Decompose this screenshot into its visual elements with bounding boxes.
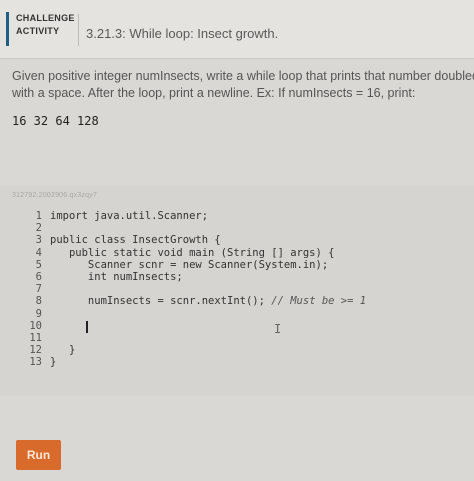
code-line[interactable]: 1 import java.util.Scanner;	[0, 210, 366, 222]
code-text[interactable]: public class InsectGrowth {	[50, 234, 221, 246]
code-text[interactable]: numInsects = scnr.nextInt();	[50, 295, 271, 307]
code-line[interactable]: 10	[0, 320, 366, 332]
code-line[interactable]: 11	[0, 332, 366, 344]
code-text[interactable]: }	[50, 344, 75, 356]
editor-id-tag: 312792.2002906.qx3zqy7	[12, 192, 97, 199]
code-comment: // Must be >= 1	[271, 295, 367, 308]
line-number: 5	[35, 258, 42, 271]
code-line[interactable]: 3 public class InsectGrowth {	[0, 234, 366, 246]
badge-line-2: ACTIVITY	[16, 26, 60, 36]
code-line[interactable]: 5 Scanner scnr = new Scanner(System.in);	[0, 259, 366, 271]
code-line[interactable]: 13}	[0, 356, 366, 368]
code-line[interactable]: 6 int numInsects;	[0, 271, 366, 283]
code-line[interactable]: 12 }	[0, 344, 366, 356]
line-number: 4	[35, 246, 42, 259]
code-line[interactable]: 4 public static void main (String [] arg…	[0, 247, 366, 259]
run-button[interactable]: Run	[16, 440, 61, 470]
code-text[interactable]: Scanner scnr = new Scanner(System.in);	[50, 259, 328, 271]
code-text[interactable]: public static void main (String [] args)…	[50, 247, 335, 259]
line-number: 6	[35, 270, 42, 283]
code-text[interactable]: int numInsects;	[50, 271, 183, 283]
line-number: 12	[29, 344, 42, 357]
line-number: 2	[35, 222, 42, 235]
sample-output: 16 32 64 128	[12, 114, 99, 128]
code-text[interactable]: import java.util.Scanner;	[50, 210, 208, 222]
activity-title: 3.21.3: While loop: Insect growth.	[86, 26, 279, 41]
line-number: 1	[35, 210, 42, 222]
line-number: 7	[35, 283, 42, 296]
code-lines[interactable]: 1 import java.util.Scanner; 2 3 public class…	[0, 210, 366, 368]
code-line[interactable]: 7	[0, 283, 366, 295]
line-number: 13	[29, 356, 42, 369]
badge-line-1: CHALLENGE	[16, 13, 75, 23]
line-number: 8	[35, 295, 42, 308]
problem-prompt: Given positive integer numInsects, write…	[12, 68, 474, 102]
code-line[interactable]: 2	[0, 222, 366, 234]
line-number: 9	[35, 307, 42, 320]
text-cursor	[86, 321, 88, 333]
line-number: 10	[29, 319, 42, 332]
challenge-activity-badge: CHALLENGE ACTIVITY	[6, 12, 76, 46]
prompt-line-1: Given positive integer numInsects, write…	[12, 69, 474, 83]
line-number: 11	[29, 331, 42, 344]
activity-header: CHALLENGE ACTIVITY 3.21.3: While loop: I…	[0, 0, 474, 59]
code-line[interactable]: 9	[0, 308, 366, 320]
ibeam-pointer-icon: I	[274, 322, 282, 336]
header-divider	[78, 14, 79, 46]
prompt-line-2: with a space. After the loop, print a ne…	[12, 86, 416, 100]
line-number: 3	[35, 234, 42, 247]
code-text[interactable]: }	[50, 356, 56, 368]
code-line[interactable]: 8 numInsects = scnr.nextInt(); // Must b…	[0, 295, 366, 307]
